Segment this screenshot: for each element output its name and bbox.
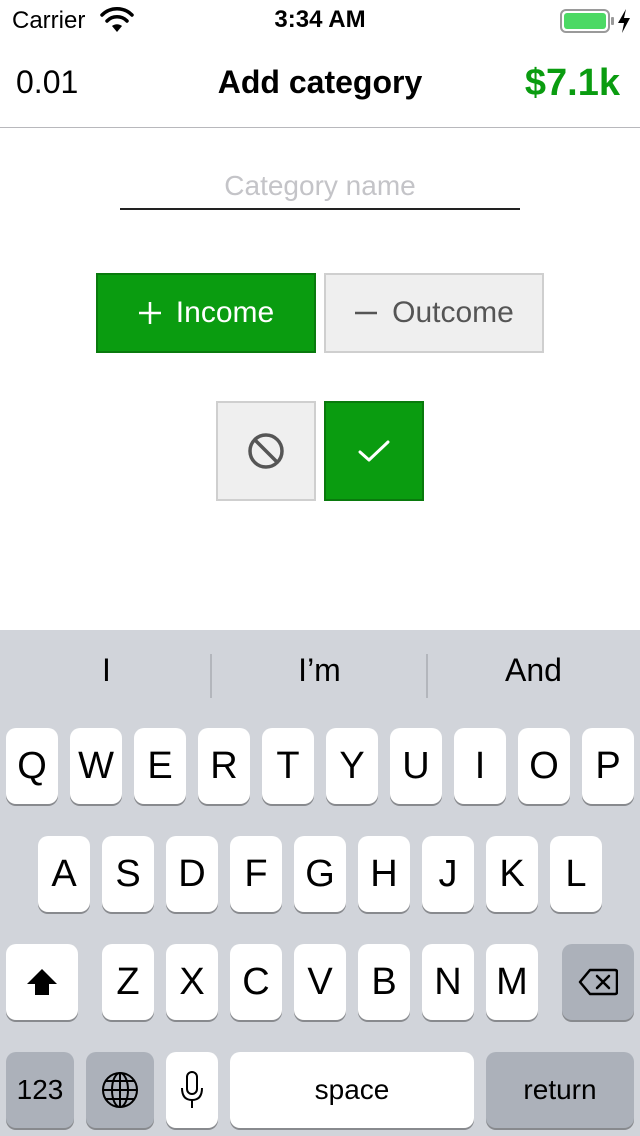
minus-icon	[355, 311, 378, 315]
key-p[interactable]: P	[582, 728, 634, 804]
confirm-button[interactable]	[324, 401, 424, 501]
checkmark-icon	[358, 440, 390, 462]
key-e[interactable]: E	[134, 728, 186, 804]
key-y[interactable]: Y	[326, 728, 378, 804]
shift-arrow-icon	[27, 969, 57, 995]
key-l[interactable]: L	[550, 836, 602, 912]
income-button[interactable]: Income	[96, 273, 316, 353]
income-label: Income	[175, 296, 275, 329]
cancel-button[interactable]	[216, 401, 316, 501]
delete-key[interactable]	[562, 944, 634, 1020]
balance-label[interactable]: $7.1k	[525, 62, 620, 105]
key-w[interactable]: W	[70, 728, 122, 804]
suggestion-item[interactable]: And	[427, 652, 640, 689]
key-u[interactable]: U	[390, 728, 442, 804]
suggestion-item[interactable]: I’m	[213, 652, 426, 689]
key-b[interactable]: B	[358, 944, 410, 1020]
globe-key[interactable]	[86, 1052, 154, 1128]
return-key[interactable]: return	[486, 1052, 634, 1128]
key-h[interactable]: H	[358, 836, 410, 912]
key-v[interactable]: V	[294, 944, 346, 1020]
key-d[interactable]: D	[166, 836, 218, 912]
cancel-circle-slash-icon	[248, 433, 284, 469]
microphone-icon	[181, 1071, 203, 1108]
key-t[interactable]: T	[262, 728, 314, 804]
key-x[interactable]: X	[166, 944, 218, 1020]
keyboard: I I’m And Q W E R T Y U I O P A S D F G …	[0, 630, 640, 1136]
key-a[interactable]: A	[38, 836, 90, 912]
charging-bolt-icon	[618, 9, 630, 33]
key-o[interactable]: O	[518, 728, 570, 804]
key-r[interactable]: R	[198, 728, 250, 804]
numbers-key[interactable]: 123	[6, 1052, 74, 1128]
nav-bar: 0.01 Add category $7.1k	[0, 40, 640, 128]
status-time: 3:34 AM	[274, 6, 366, 33]
outcome-label: Outcome	[392, 296, 514, 329]
key-g[interactable]: G	[294, 836, 346, 912]
suggestion-item[interactable]: I	[0, 652, 213, 689]
globe-icon	[102, 1072, 138, 1108]
dictation-key[interactable]	[166, 1052, 218, 1128]
divider	[210, 654, 212, 698]
key-n[interactable]: N	[422, 944, 474, 1020]
key-j[interactable]: J	[422, 836, 474, 912]
key-c[interactable]: C	[230, 944, 282, 1020]
suggestion-bar: I I’m And	[0, 630, 640, 720]
key-k[interactable]: K	[486, 836, 538, 912]
key-i[interactable]: I	[454, 728, 506, 804]
plus-icon	[138, 302, 161, 324]
key-z[interactable]: Z	[102, 944, 154, 1020]
backspace-icon	[578, 968, 618, 996]
key-f[interactable]: F	[230, 836, 282, 912]
battery-icon	[560, 9, 614, 33]
status-bar: Carrier 3:34 AM	[0, 0, 640, 40]
category-name-input[interactable]	[120, 164, 520, 210]
space-key[interactable]: space	[230, 1052, 474, 1128]
key-q[interactable]: Q	[6, 728, 58, 804]
outcome-button[interactable]: Outcome	[324, 273, 544, 353]
shift-key[interactable]	[6, 944, 78, 1020]
key-s[interactable]: S	[102, 836, 154, 912]
key-m[interactable]: M	[486, 944, 538, 1020]
